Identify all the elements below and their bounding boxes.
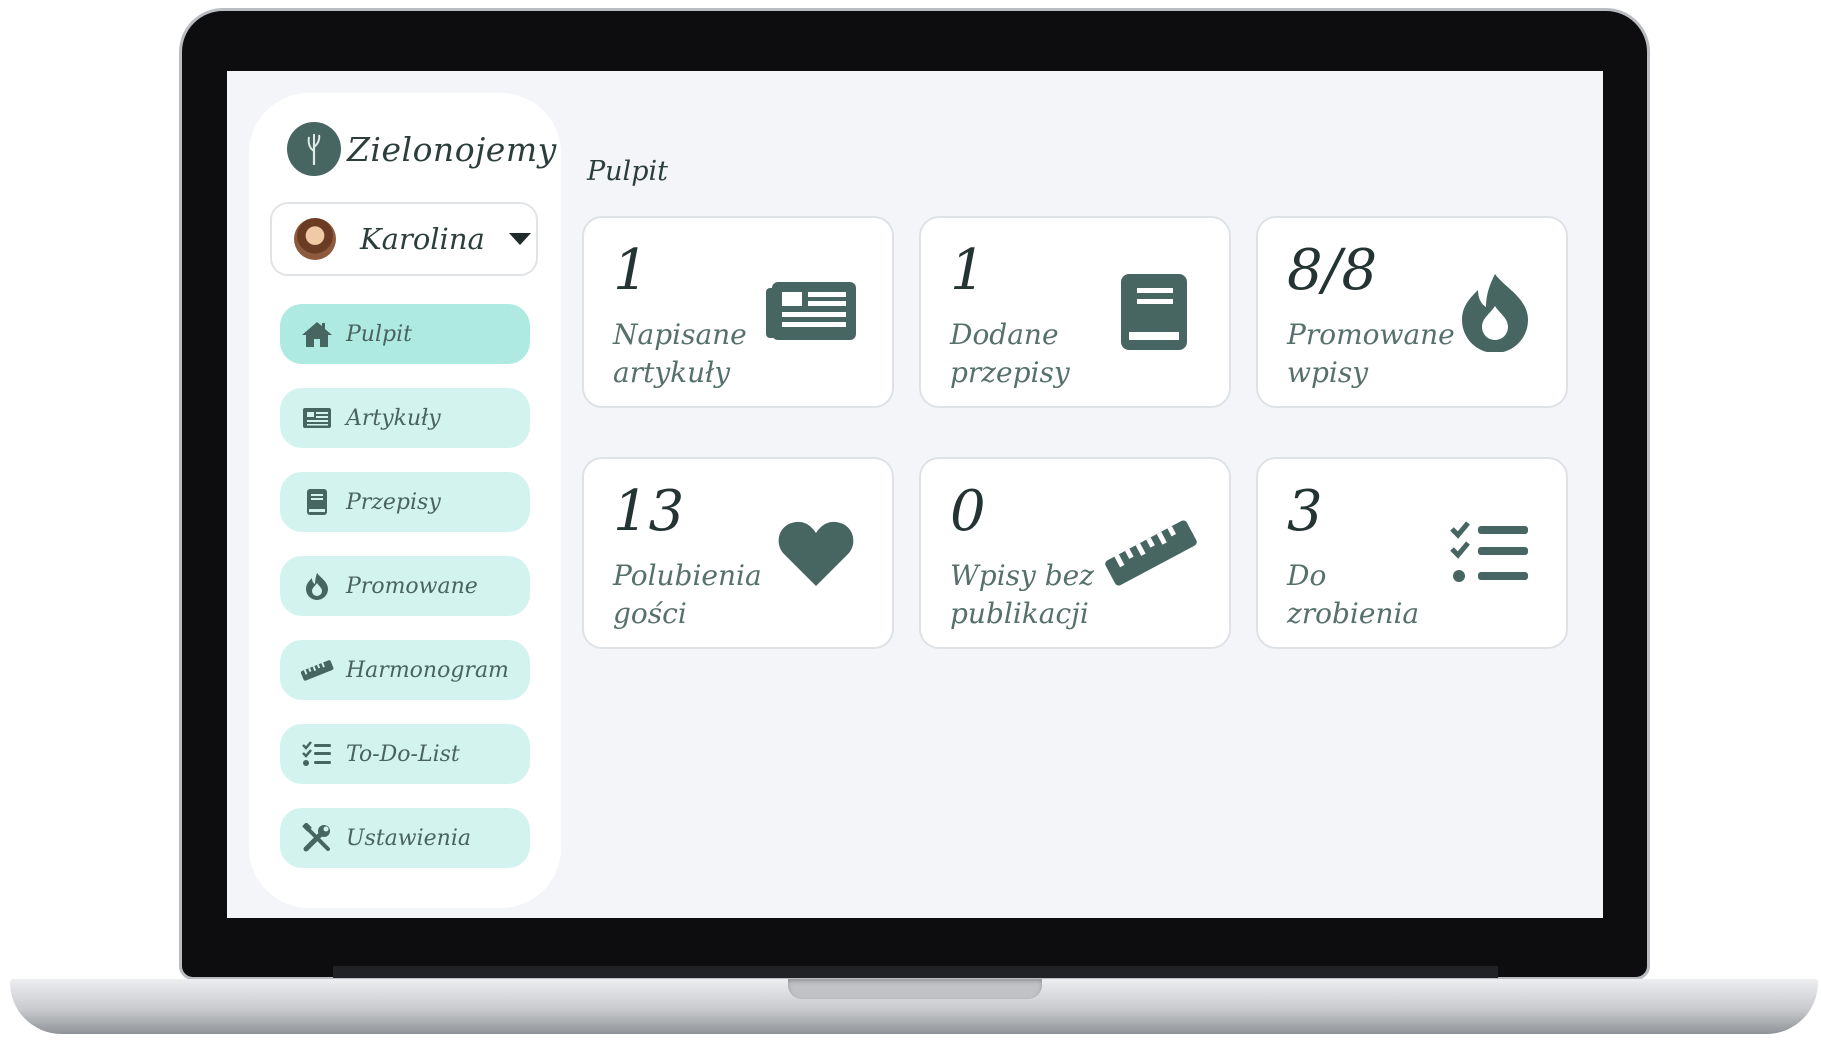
app-screen: Zielonojemy Karolina Pulpit Artykuły Prz… — [227, 71, 1603, 918]
sidebar-item-label: Ustawienia — [346, 825, 471, 851]
stat-label: Napisane artykuły — [613, 318, 747, 389]
avatar — [294, 218, 336, 260]
stat-value: 13 — [613, 479, 685, 544]
laptop-notch — [788, 979, 1042, 999]
tools-icon — [300, 823, 334, 853]
stat-value: 0 — [950, 479, 986, 544]
tasks-icon — [300, 739, 334, 769]
home-icon — [300, 319, 334, 349]
user-dropdown[interactable]: Karolina — [270, 202, 538, 276]
stat-label: Promowane wpisy — [1287, 318, 1455, 389]
sidebar-item-artykuly[interactable]: Artykuły — [280, 388, 530, 448]
stat-card-recipes[interactable]: 1 Dodane przepisy — [919, 216, 1231, 408]
user-name: Karolina — [360, 222, 485, 256]
sidebar-item-todo[interactable]: To-Do-List — [280, 724, 530, 784]
stat-value: 1 — [613, 238, 649, 303]
sprout-icon — [287, 122, 341, 176]
stat-value: 8/8 — [1287, 238, 1378, 303]
stat-label: Polubienia gości — [613, 559, 762, 630]
stat-card-promoted[interactable]: 8/8 Promowane wpisy — [1256, 216, 1568, 408]
ruler-icon — [300, 655, 334, 685]
sidebar-item-label: Harmonogram — [346, 657, 509, 683]
tasks-icon — [1450, 520, 1530, 586]
fire-icon — [300, 571, 334, 601]
fire-icon — [1460, 272, 1530, 352]
brand-name: Zielonojemy — [347, 129, 557, 169]
sidebar-item-promowane[interactable]: Promowane — [280, 556, 530, 616]
heart-icon — [776, 518, 856, 588]
stat-card-likes[interactable]: 13 Polubienia gości — [582, 457, 894, 649]
stat-label: Dodane przepisy — [950, 318, 1070, 389]
sidebar-item-label: Artykuły — [346, 405, 441, 431]
brand[interactable]: Zielonojemy — [287, 122, 557, 176]
sidebar: Zielonojemy Karolina Pulpit Artykuły Prz… — [249, 93, 561, 908]
newspaper-icon — [766, 280, 856, 344]
sidebar-item-label: Pulpit — [346, 321, 412, 347]
sidebar-item-ustawienia[interactable]: Ustawienia — [280, 808, 530, 868]
ruler-icon — [1101, 515, 1201, 591]
sidebar-item-label: To-Do-List — [346, 741, 460, 767]
book-icon — [1119, 272, 1189, 352]
book-icon — [300, 487, 334, 517]
stat-value: 3 — [1287, 479, 1323, 544]
stat-card-articles[interactable]: 1 Napisane artykuły — [582, 216, 894, 408]
sidebar-item-przepisy[interactable]: Przepisy — [280, 472, 530, 532]
page-title: Pulpit — [587, 156, 668, 187]
stat-card-todo[interactable]: 3 Do zrobienia — [1256, 457, 1568, 649]
newspaper-icon — [300, 403, 334, 433]
sidebar-item-label: Przepisy — [346, 489, 441, 515]
caret-down-icon — [508, 233, 531, 245]
stat-label: Do zrobienia — [1287, 559, 1420, 630]
sidebar-item-label: Promowane — [346, 573, 478, 599]
sidebar-item-pulpit[interactable]: Pulpit — [280, 304, 530, 364]
sidebar-item-harmonogram[interactable]: Harmonogram — [280, 640, 530, 700]
laptop-hinge — [333, 966, 1498, 978]
sidebar-nav: Pulpit Artykuły Przepisy Promowane Harmo… — [280, 304, 530, 892]
stat-value: 1 — [950, 238, 986, 303]
stat-label: Wpisy bez publikacji — [950, 559, 1094, 630]
stat-card-unpublished[interactable]: 0 Wpisy bez publikacji — [919, 457, 1231, 649]
